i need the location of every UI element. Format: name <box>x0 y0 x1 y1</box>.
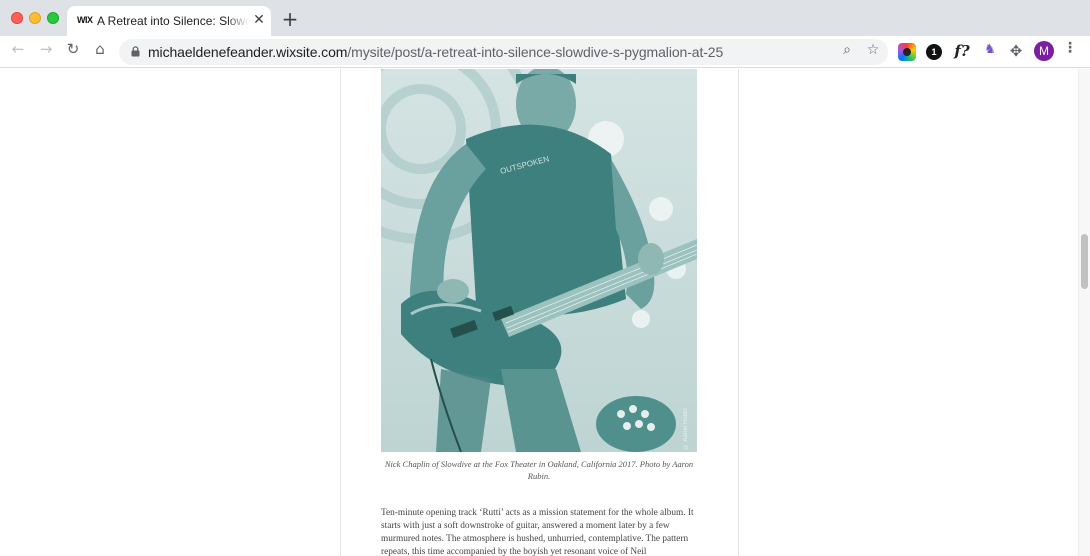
tab-title: A Retreat into Silence: Slowdive's Pygma… <box>97 14 249 28</box>
browser-toolbar: ← → ↻ ⌂ michaeldenefeander.wixsite.com/m… <box>0 36 1090 68</box>
profile-avatar[interactable]: M <box>1034 41 1054 61</box>
star-icon[interactable]: ☆ <box>863 42 883 62</box>
close-tab-icon[interactable]: ✕ <box>251 12 267 28</box>
tab-strip: WIX A Retreat into Silence: Slowdive's P… <box>0 0 1090 36</box>
search-icon[interactable]: ⌕ <box>837 42 857 62</box>
page-scrollbar[interactable] <box>1078 69 1090 556</box>
purple-extension-icon[interactable]: ♞ <box>980 42 1000 62</box>
new-tab-button[interactable]: + <box>280 9 300 29</box>
lock-icon <box>131 46 140 57</box>
post-photo: OUTSPOKEN © Aaron Rubin <box>381 69 697 452</box>
url-path: /mysite/post/a-retreat-into-silence-slow… <box>347 44 724 60</box>
password-manager-extension-icon[interactable]: 1 <box>926 44 942 60</box>
font-identifier-extension-icon[interactable]: f? <box>952 42 972 62</box>
forward-button[interactable]: → <box>34 40 58 64</box>
wix-favicon-icon: WIX <box>77 15 93 25</box>
extensions-puzzle-icon[interactable]: ✥ <box>1006 42 1026 62</box>
browser-tab-active[interactable]: WIX A Retreat into Silence: Slowdive's P… <box>67 6 271 36</box>
colorzilla-extension-icon[interactable] <box>898 43 916 61</box>
back-button[interactable]: ← <box>6 40 30 64</box>
browser-menu-icon[interactable]: ⋮ <box>1062 40 1078 64</box>
post-body-paragraph: Ten-minute opening track ‘Rutti’ acts as… <box>381 508 694 556</box>
address-bar[interactable]: michaeldenefeander.wixsite.com/mysite/po… <box>119 39 888 65</box>
close-window-button[interactable] <box>11 12 23 24</box>
home-button[interactable]: ⌂ <box>88 40 112 64</box>
bassist-photo-illustration: OUTSPOKEN <box>381 69 697 452</box>
minimize-window-button[interactable] <box>29 12 41 24</box>
page-viewport: OUTSPOKEN © Aaron Rubin Nick Chaplin of … <box>0 69 1078 556</box>
maximize-window-button[interactable] <box>47 12 59 24</box>
url-text: michaeldenefeander.wixsite.com/mysite/po… <box>148 44 723 60</box>
url-domain: michaeldenefeander.wixsite.com <box>148 44 348 60</box>
reload-button[interactable]: ↻ <box>61 40 85 64</box>
photo-credit: © Aaron Rubin <box>683 408 689 449</box>
photo-caption: Nick Chaplin of Slowdive at the Fox Thea… <box>384 459 694 481</box>
scrollbar-thumb[interactable] <box>1081 234 1088 289</box>
